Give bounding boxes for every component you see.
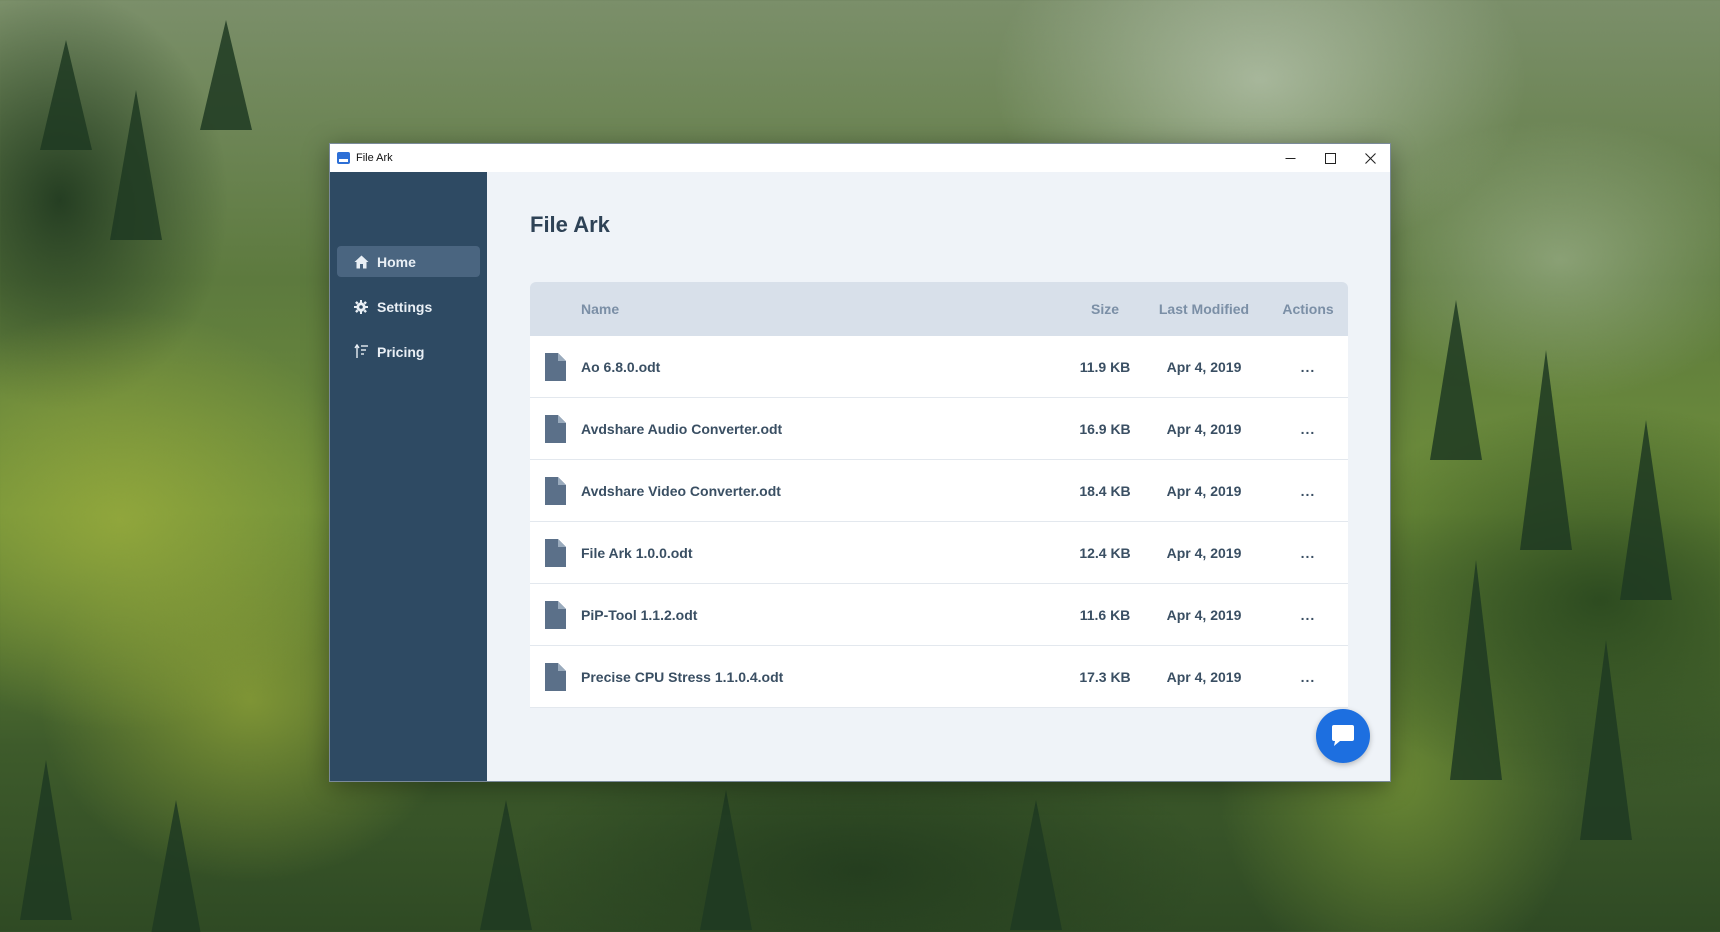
column-header-name[interactable]: Name — [581, 301, 1070, 317]
file-icon — [530, 414, 581, 443]
row-actions-button[interactable]: ... — [1301, 607, 1316, 623]
home-icon — [353, 254, 369, 270]
minimize-button[interactable] — [1270, 144, 1310, 172]
maximize-button[interactable] — [1310, 144, 1350, 172]
close-button[interactable] — [1350, 144, 1390, 172]
app-logo-icon — [337, 152, 350, 164]
file-table: Name Size Last Modified Actions Ao 6.8.0… — [530, 282, 1348, 708]
table-row[interactable]: Avdshare Video Converter.odt 18.4 KB Apr… — [530, 460, 1348, 522]
sidebar-item-label: Settings — [377, 298, 433, 315]
row-actions-button[interactable]: ... — [1301, 359, 1316, 375]
pricing-icon — [353, 344, 369, 360]
file-icon — [530, 662, 581, 691]
chat-icon — [1332, 725, 1354, 746]
file-name[interactable]: Avdshare Video Converter.odt — [581, 483, 1070, 499]
column-header-size[interactable]: Size — [1070, 301, 1140, 317]
file-modified: Apr 4, 2019 — [1166, 668, 1242, 685]
file-name[interactable]: Precise CPU Stress 1.1.0.4.odt — [581, 669, 1070, 685]
file-modified: Apr 4, 2019 — [1166, 482, 1242, 499]
file-modified: Apr 4, 2019 — [1166, 358, 1242, 375]
file-modified: Apr 4, 2019 — [1166, 544, 1242, 561]
sidebar: Home Settings Pricing — [330, 172, 487, 781]
sidebar-item-pricing[interactable]: Pricing — [337, 336, 480, 367]
table-header: Name Size Last Modified Actions — [530, 282, 1348, 336]
file-name[interactable]: PiP-Tool 1.1.2.odt — [581, 607, 1070, 623]
file-icon — [530, 476, 581, 505]
file-name[interactable]: Ao 6.8.0.odt — [581, 359, 1070, 375]
row-actions-button[interactable]: ... — [1301, 421, 1316, 437]
table-row[interactable]: PiP-Tool 1.1.2.odt 11.6 KB Apr 4, 2019 .… — [530, 584, 1348, 646]
file-icon — [530, 352, 581, 381]
file-size: 16.9 KB — [1079, 420, 1131, 437]
file-size: 18.4 KB — [1079, 482, 1131, 499]
main-content: File Ark Name Size Last Modified Actions… — [487, 172, 1390, 781]
file-size: 12.4 KB — [1079, 544, 1131, 561]
page-title: File Ark — [530, 212, 610, 237]
file-icon — [530, 600, 581, 629]
minimize-icon — [1285, 157, 1295, 159]
sidebar-item-home[interactable]: Home — [337, 246, 480, 277]
row-actions-button[interactable]: ... — [1301, 483, 1316, 499]
sidebar-item-label: Pricing — [377, 343, 425, 360]
window-title: File Ark — [356, 152, 393, 164]
file-name[interactable]: Avdshare Audio Converter.odt — [581, 421, 1070, 437]
column-header-actions: Actions — [1282, 301, 1334, 317]
row-actions-button[interactable]: ... — [1301, 545, 1316, 561]
table-row[interactable]: File Ark 1.0.0.odt 12.4 KB Apr 4, 2019 .… — [530, 522, 1348, 584]
table-row[interactable]: Ao 6.8.0.odt 11.9 KB Apr 4, 2019 ... — [530, 336, 1348, 398]
sidebar-item-label: Home — [377, 253, 416, 270]
column-header-modified[interactable]: Last Modified — [1140, 301, 1268, 317]
maximize-icon — [1324, 152, 1336, 164]
file-size: 11.9 KB — [1079, 358, 1131, 375]
file-name[interactable]: File Ark 1.0.0.odt — [581, 545, 1070, 561]
file-modified: Apr 4, 2019 — [1166, 606, 1242, 623]
app-window: File Ark Home Settings Pricing File Ark … — [329, 143, 1391, 782]
window-controls — [1270, 144, 1390, 172]
file-icon — [530, 538, 581, 567]
title-bar[interactable]: File Ark — [330, 144, 1390, 172]
table-row[interactable]: Avdshare Audio Converter.odt 16.9 KB Apr… — [530, 398, 1348, 460]
file-size: 11.6 KB — [1079, 606, 1131, 623]
table-row[interactable]: Precise CPU Stress 1.1.0.4.odt 17.3 KB A… — [530, 646, 1348, 708]
file-modified: Apr 4, 2019 — [1166, 420, 1242, 437]
file-size: 17.3 KB — [1079, 668, 1131, 685]
sidebar-item-settings[interactable]: Settings — [337, 291, 480, 322]
close-icon — [1364, 152, 1376, 164]
row-actions-button[interactable]: ... — [1301, 669, 1316, 685]
gear-icon — [353, 299, 369, 315]
chat-button[interactable] — [1316, 709, 1370, 763]
